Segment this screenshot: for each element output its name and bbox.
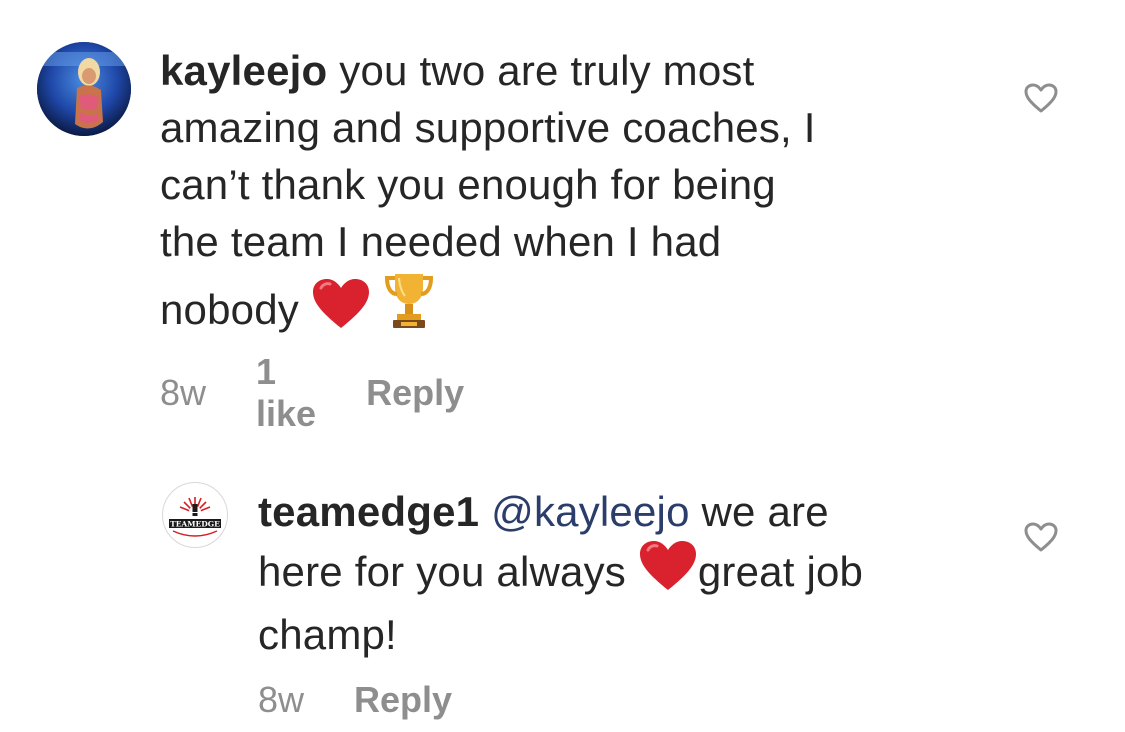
teamedge-logo: TEAMEDGE [169,497,221,537]
comment-body-line: amazing and supportive coaches, I [160,104,816,151]
comment-body-line: nobody [160,286,299,333]
comment-meta: 8w 1 like Reply [160,351,464,435]
reply-button[interactable]: Reply [366,372,464,414]
comment-body-text: we are [701,488,829,535]
reply-button[interactable]: Reply [354,679,452,721]
avatar-photo [37,42,131,136]
comment-timestamp: 8w [160,372,207,413]
trophy-emoji [383,270,435,344]
comment-likes-link[interactable]: 1 like [256,351,316,435]
comment-username[interactable]: teamedge1 [258,488,479,535]
comment-body-text: great job [697,548,864,595]
comment-body-text: here for you always [258,548,626,595]
mention-link[interactable]: @kayleejo [491,488,690,535]
comment-body-line: the team I needed when I had [160,218,722,265]
avatar-teamedge1[interactable]: TEAMEDGE [162,482,228,548]
comment-text: teamedge1 @kayleejo we are here for you … [258,483,978,663]
comment-text: kayleejo you two are truly most amazing … [160,42,950,344]
comment-username[interactable]: kayleejo [160,47,327,94]
comment-timestamp: 8w [258,679,305,720]
teamedge-logo-text: TEAMEDGE [170,520,220,529]
red-heart-emoji [311,278,371,344]
comment-body-line: can’t thank you enough for being [160,161,776,208]
comment-meta: 8w Reply [258,679,452,721]
comment-body-line: you two are truly most [339,47,755,94]
like-heart-icon[interactable] [1023,82,1059,114]
comment-body-text: champ! [258,611,397,658]
avatar-kayleejo[interactable] [37,42,131,136]
like-heart-icon[interactable] [1023,521,1059,553]
red-heart-emoji [638,540,698,606]
